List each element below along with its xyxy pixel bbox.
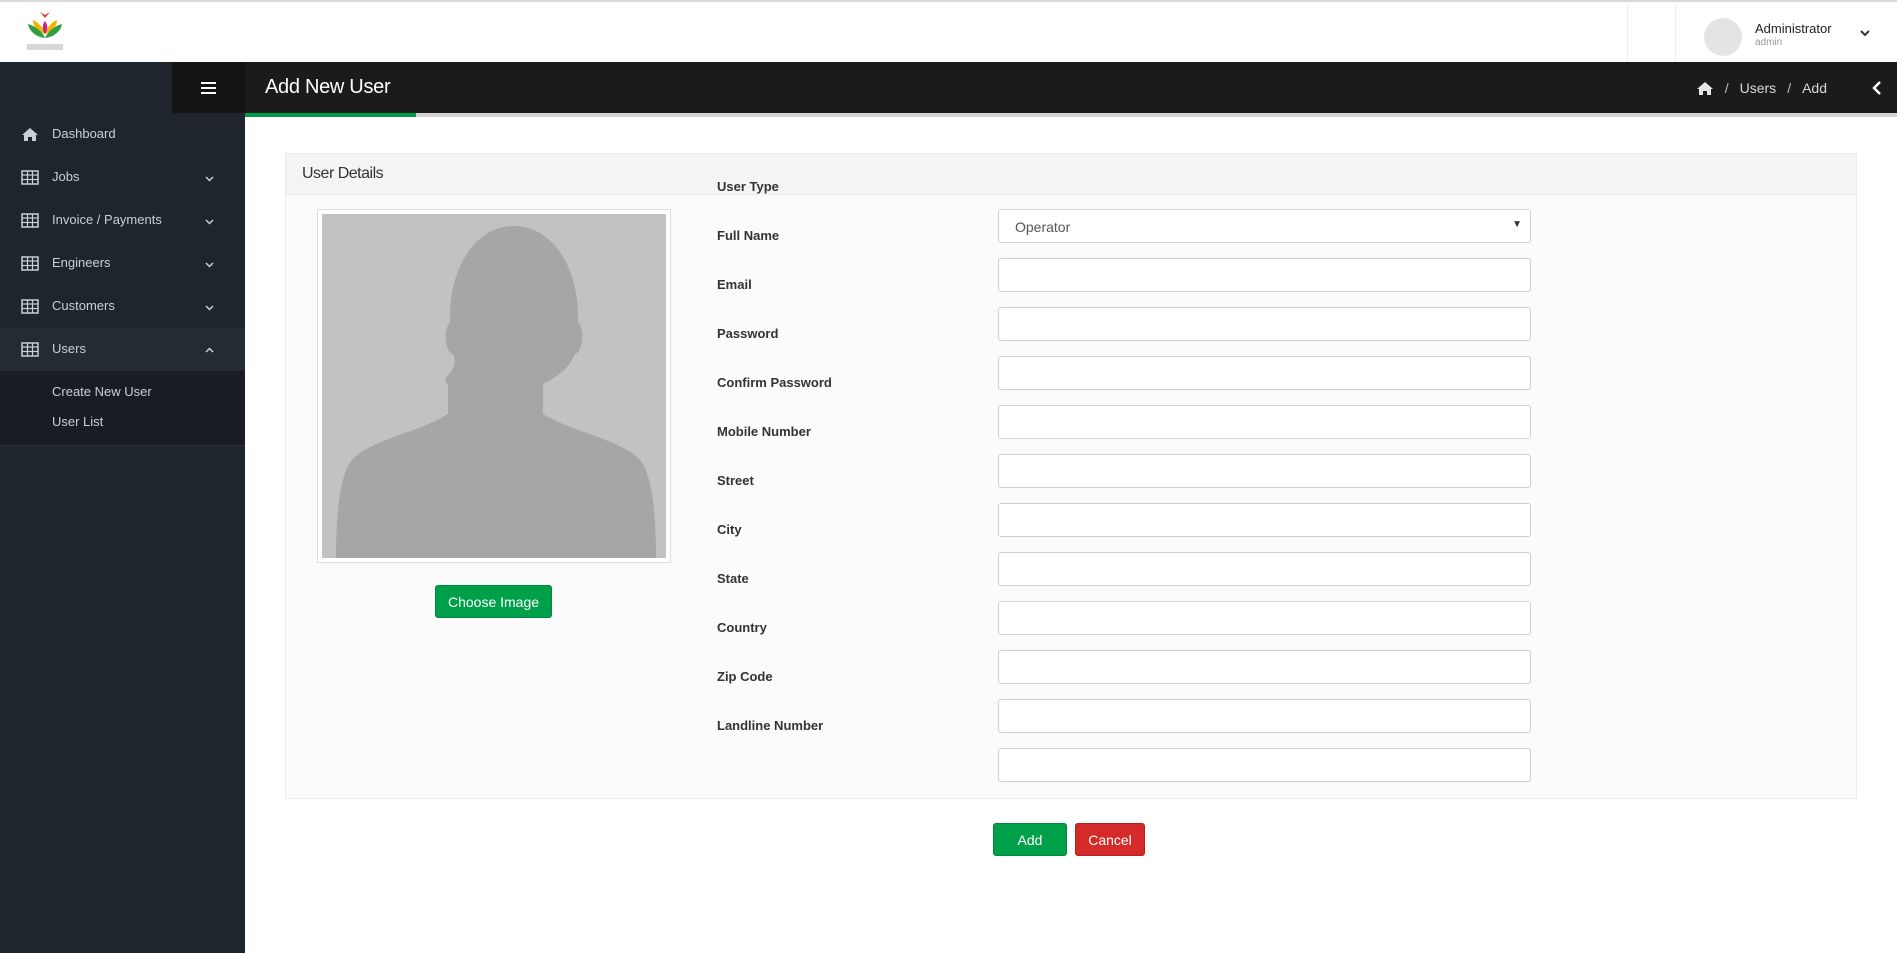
- password-label: Password: [717, 326, 779, 341]
- landline-number-field[interactable]: [998, 748, 1531, 782]
- sidebar-item-invoice-payments[interactable]: Invoice / Payments: [0, 199, 245, 242]
- sidebar-toggle-button[interactable]: [172, 62, 245, 113]
- profile-placeholder-image: [322, 214, 666, 558]
- add-button[interactable]: Add: [993, 823, 1067, 856]
- email-field[interactable]: [998, 307, 1531, 341]
- home-icon[interactable]: [1696, 81, 1714, 96]
- profile-photo-frame: [317, 209, 671, 563]
- chevron-down-icon[interactable]: [1858, 26, 1872, 40]
- user-details-panel: User Details Choose Image User Type Oper…: [285, 153, 1857, 799]
- topbar-divider: [1627, 4, 1628, 62]
- state-field[interactable]: [998, 601, 1531, 635]
- chevron-up-icon: [205, 347, 214, 353]
- cancel-button[interactable]: Cancel: [1075, 823, 1145, 856]
- sidebar-item-jobs[interactable]: Jobs: [0, 156, 245, 199]
- breadcrumb-current: Add: [1802, 80, 1827, 96]
- mobile-number-field[interactable]: [998, 454, 1531, 488]
- breadcrumb-separator: /: [1724, 80, 1729, 96]
- sidebar-item-engineers[interactable]: Engineers: [0, 242, 245, 285]
- user-role: admin: [1755, 37, 1783, 48]
- choose-image-button[interactable]: Choose Image: [435, 585, 552, 618]
- table-icon: [21, 342, 39, 357]
- state-label: State: [717, 571, 749, 586]
- header-underline: [245, 113, 1897, 117]
- chevron-down-icon: [205, 305, 214, 311]
- chevron-down-icon: [205, 262, 214, 268]
- landline-number-label: Landline Number: [717, 718, 824, 733]
- full-name-label: Full Name: [717, 228, 780, 243]
- breadcrumb: / Users / Add: [1696, 80, 1827, 96]
- header-underline-accent: [245, 113, 416, 117]
- sidebar-item-dashboard[interactable]: Dashboard: [0, 113, 245, 156]
- zip-code-field[interactable]: [998, 699, 1531, 733]
- home-icon: [22, 128, 38, 141]
- mobile-number-label: Mobile Number: [717, 424, 811, 439]
- company-logo[interactable]: [24, 12, 66, 54]
- city-field[interactable]: [998, 552, 1531, 586]
- user-type-select[interactable]: Operator ▼: [998, 209, 1531, 243]
- confirm-password-field[interactable]: [998, 405, 1531, 439]
- password-field[interactable]: [998, 356, 1531, 390]
- sidebar-item-label: Dashboard: [52, 126, 116, 141]
- sidebar-nav: Dashboard Jobs Invoice / Payments Engine…: [0, 113, 245, 446]
- table-icon: [21, 213, 39, 228]
- sidebar-item-customers[interactable]: Customers: [0, 285, 245, 328]
- chevron-down-icon: [205, 219, 214, 225]
- city-label: City: [717, 522, 742, 537]
- sidebar-item-label: Invoice / Payments: [52, 212, 162, 227]
- sidebar: Dashboard Jobs Invoice / Payments Engine…: [0, 62, 245, 953]
- breadcrumb-separator: /: [1787, 80, 1792, 96]
- users-submenu: Create New User User List: [0, 371, 245, 446]
- topbar-divider: [1675, 4, 1676, 62]
- street-label: Street: [717, 473, 754, 488]
- avatar[interactable]: [1704, 18, 1742, 56]
- street-field[interactable]: [998, 503, 1531, 537]
- panel-header: User Details: [286, 154, 1856, 195]
- panel-title: User Details: [302, 165, 384, 182]
- user-type-selected-value: Operator: [1015, 219, 1071, 235]
- country-field[interactable]: [998, 650, 1531, 684]
- chevron-left-icon: [1872, 80, 1881, 95]
- select-caret-icon: ▼: [1512, 219, 1522, 230]
- sidebar-item-label: Engineers: [52, 255, 111, 270]
- sidebar-item-label: Users: [52, 341, 86, 356]
- sidebar-item-label: Jobs: [52, 169, 80, 184]
- email-label: Email: [717, 277, 752, 292]
- top-bar: Administrator admin: [0, 0, 1897, 62]
- submenu-item-user-list[interactable]: User List: [0, 407, 245, 437]
- full-name-field[interactable]: [998, 258, 1531, 292]
- confirm-password-label: Confirm Password: [717, 375, 832, 390]
- table-icon: [21, 170, 39, 185]
- chevron-down-icon: [205, 176, 214, 182]
- breadcrumb-users-link[interactable]: Users: [1740, 80, 1777, 96]
- user-type-label: User Type: [717, 179, 779, 194]
- page-header: Add New User / Users / Add: [245, 62, 1897, 113]
- user-name[interactable]: Administrator: [1755, 21, 1832, 36]
- sidebar-item-users[interactable]: Users: [0, 328, 245, 371]
- person-silhouette-icon: [322, 214, 666, 558]
- page-title: Add New User: [265, 76, 391, 98]
- hamburger-icon: [200, 81, 216, 94]
- table-icon: [21, 299, 39, 314]
- country-label: Country: [717, 620, 767, 635]
- table-icon: [21, 256, 39, 271]
- sidebar-item-label: Customers: [52, 298, 115, 313]
- collapse-right-button[interactable]: [1857, 62, 1897, 113]
- zip-code-label: Zip Code: [717, 669, 773, 684]
- sidebar-header: [0, 62, 245, 113]
- submenu-item-create-new-user[interactable]: Create New User: [0, 377, 245, 407]
